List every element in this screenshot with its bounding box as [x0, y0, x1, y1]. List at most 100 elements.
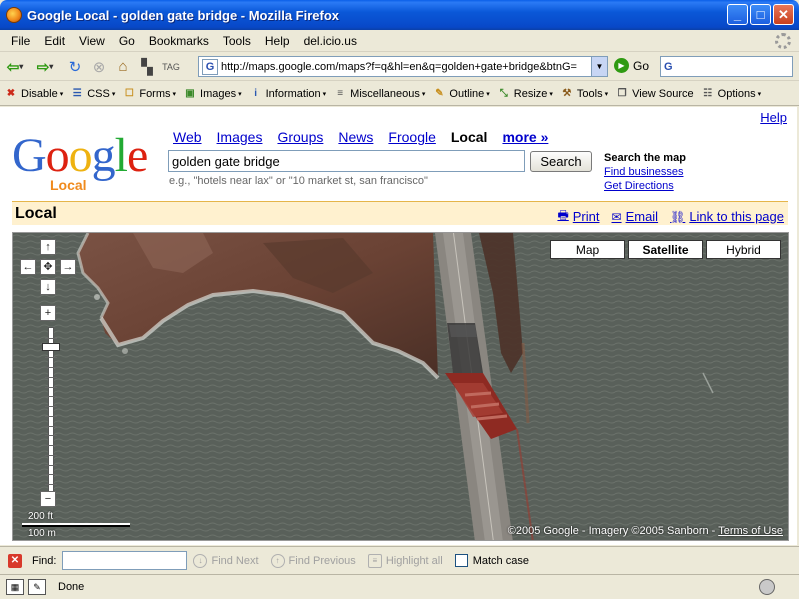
pan-center-icon[interactable]: ✥	[40, 259, 56, 275]
zoom-level-tick[interactable]	[45, 396, 57, 398]
devtool-disable-menu[interactable]: ✖ Disable ▾	[4, 87, 63, 101]
zoom-level-tick[interactable]	[45, 435, 57, 437]
zoom-level-tick[interactable]	[45, 454, 57, 456]
pan-down-icon[interactable]: ↓	[40, 279, 56, 295]
menu-bookmarks[interactable]: Bookmarks	[142, 34, 216, 48]
back-icon[interactable]: ⇦ ▾	[4, 56, 26, 78]
satellite-imagery[interactable]	[13, 233, 789, 541]
find-close-icon[interactable]: ✕	[8, 553, 22, 568]
url-bar[interactable]: G http://maps.google.com/maps?f=q&hl=en&…	[198, 56, 608, 77]
tag-icon[interactable]: TAG	[160, 56, 182, 78]
devtool-images-menu[interactable]: ▣ Images ▾	[183, 87, 241, 101]
edit-css-icon[interactable]: ✎	[28, 579, 46, 595]
devtool-tools-menu[interactable]: ⚒ Tools ▾	[560, 87, 608, 101]
zoom-level-tick[interactable]	[45, 425, 57, 427]
window-titlebar[interactable]: Google Local - golden gate bridge - Mozi…	[0, 0, 799, 30]
browser-search-box[interactable]: G	[660, 56, 793, 77]
tab-web[interactable]: Web	[173, 129, 202, 145]
menu-file[interactable]: File	[4, 34, 37, 48]
zoom-level-tick[interactable]	[45, 337, 57, 339]
get-directions-link[interactable]: Get Directions	[604, 179, 686, 193]
email-link[interactable]: ✉ Email	[612, 206, 659, 227]
devtool-tools-label: Tools	[576, 87, 603, 100]
zoom-level-tick[interactable]	[45, 357, 57, 359]
devtool-resize-menu[interactable]: ⤡ Resize ▾	[497, 87, 553, 101]
menu-view[interactable]: View	[72, 34, 112, 48]
zoom-level-tick[interactable]	[45, 484, 57, 486]
menu-help[interactable]: Help	[258, 34, 297, 48]
print-link[interactable]: 🖶 Print	[557, 206, 599, 227]
devtool-information-menu[interactable]: i Information ▾	[249, 87, 327, 101]
page-info-icon[interactable]: ▦	[6, 579, 24, 595]
search-input[interactable]	[168, 150, 525, 172]
zoom-slider-thumb[interactable]	[42, 342, 60, 351]
chevron-down-icon: ▾	[322, 90, 327, 98]
zoom-level-tick[interactable]	[45, 406, 57, 408]
map-type-map-button[interactable]: Map	[550, 240, 625, 259]
minimize-button[interactable]: _	[727, 4, 748, 25]
zoom-level-tick[interactable]	[45, 386, 57, 388]
zoom-slider-track[interactable]	[45, 327, 57, 493]
go-label: Go	[633, 58, 650, 73]
stop-icon[interactable]: ⊗	[88, 56, 110, 78]
chevron-down-icon: ▾	[549, 90, 553, 98]
map-type-satellite-button[interactable]: Satellite	[628, 240, 703, 259]
tab-groups[interactable]: Groups	[277, 129, 323, 145]
tab-news[interactable]: News	[338, 129, 373, 145]
extension-status-icon[interactable]	[759, 579, 775, 595]
devtool-outline-label: Outline	[449, 87, 485, 100]
reload-icon[interactable]: ↻	[64, 56, 86, 78]
devtool-css-menu[interactable]: ☰ CSS ▾	[70, 87, 116, 101]
menu-edit[interactable]: Edit	[37, 34, 72, 48]
map-search-options: Search the map Find businesses Get Direc…	[604, 151, 686, 193]
forward-icon[interactable]: ⇨ ▾	[34, 56, 56, 78]
devtool-forms-menu[interactable]: ☐ Forms ▾	[122, 87, 176, 101]
match-case-box[interactable]	[454, 554, 468, 567]
map-scale: 200 ft 100 m	[20, 511, 130, 539]
search-engine-icon[interactable]: G	[664, 60, 678, 74]
menu-delicious[interactable]: del.icio.us	[297, 34, 364, 48]
zoom-in-icon[interactable]: +	[40, 305, 56, 321]
find-input[interactable]	[62, 551, 188, 570]
zoom-level-tick[interactable]	[45, 474, 57, 476]
zoom-out-icon[interactable]: −	[40, 491, 56, 507]
find-next-button[interactable]: ↓ Find Next	[193, 553, 259, 568]
satellite-map[interactable]: Map Satellite Hybrid ↑ ← ✥ → ↓ + − 200 f…	[12, 232, 789, 541]
tab-more[interactable]: more »	[502, 129, 548, 145]
map-type-hybrid-button[interactable]: Hybrid	[706, 240, 781, 259]
google-local-logo[interactable]: Google Local	[12, 132, 162, 194]
status-text: Done	[58, 581, 85, 593]
terms-of-use-link[interactable]: Terms of Use	[718, 525, 783, 537]
menu-tools[interactable]: Tools	[216, 34, 258, 48]
find-previous-button[interactable]: ↑ Find Previous	[270, 553, 356, 568]
highlight-all-button[interactable]: ≡ Highlight all	[367, 553, 443, 568]
url-history-dropdown[interactable]: ▼	[591, 57, 607, 76]
pan-left-icon[interactable]: ←	[20, 259, 36, 275]
scale-bar	[22, 523, 130, 527]
link-to-page-link[interactable]: ⛓ Link to this page	[670, 206, 784, 227]
go-button[interactable]: ▶ Go	[614, 58, 649, 73]
devtool-options-menu[interactable]: ☷ Options ▾	[701, 87, 761, 101]
zoom-level-tick[interactable]	[45, 445, 57, 447]
pan-up-icon[interactable]: ↑	[40, 239, 56, 255]
find-businesses-link[interactable]: Find businesses	[604, 165, 686, 179]
url-text[interactable]: http://maps.google.com/maps?f=q&hl=en&q=…	[221, 61, 591, 73]
zoom-level-tick[interactable]	[45, 376, 57, 378]
menu-go[interactable]: Go	[112, 34, 142, 48]
zoom-level-tick[interactable]	[45, 415, 57, 417]
pan-right-icon[interactable]: →	[60, 259, 76, 275]
home-icon[interactable]: ⌂	[112, 56, 134, 78]
zoom-level-tick[interactable]	[45, 464, 57, 466]
zoom-level-tick[interactable]	[45, 367, 57, 369]
tab-froogle[interactable]: Froogle	[388, 129, 435, 145]
close-button[interactable]: ✕	[773, 4, 794, 25]
bookmark-toolbar-icon[interactable]: ▚	[136, 56, 158, 78]
help-link[interactable]: Help	[760, 110, 787, 125]
search-button[interactable]: Search	[530, 151, 592, 172]
devtool-miscellaneous-menu[interactable]: ≡ Miscellaneous ▾	[333, 87, 425, 101]
match-case-checkbox[interactable]: Match case	[454, 554, 529, 567]
devtool-view-source-menu[interactable]: ❐ View Source	[615, 87, 694, 101]
tab-images[interactable]: Images	[217, 129, 263, 145]
devtool-outline-menu[interactable]: ✎ Outline ▾	[432, 87, 490, 101]
maximize-button[interactable]: □	[750, 4, 771, 25]
